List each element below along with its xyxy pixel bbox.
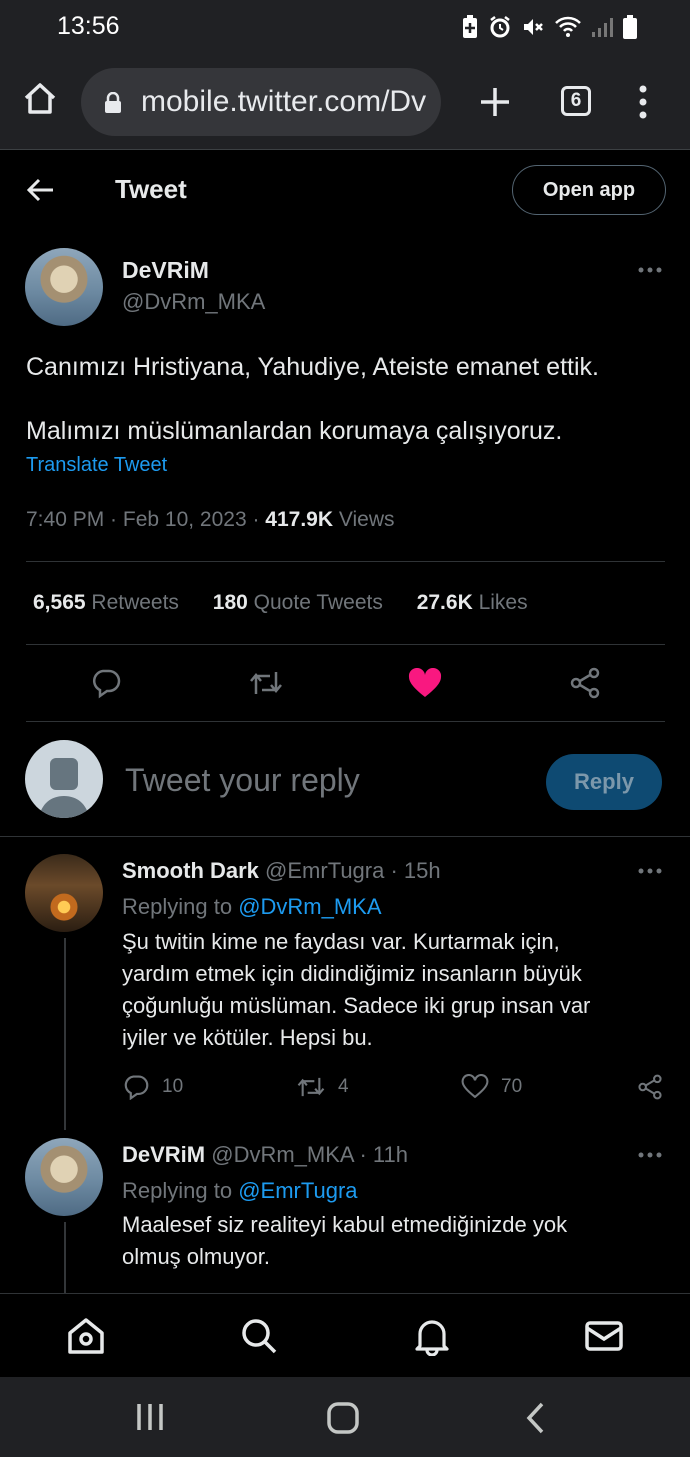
reply-avatar[interactable]: [25, 854, 103, 932]
reply-time[interactable]: · 11h: [353, 1142, 408, 1167]
like-icon[interactable]: [408, 668, 442, 698]
wifi-icon: [555, 16, 581, 37]
reply-retweet-action[interactable]: 4: [296, 1074, 349, 1100]
notifications-icon[interactable]: [412, 1316, 452, 1356]
divider: [26, 721, 665, 722]
reply-header: Smooth Dark @EmrTugra · 15h: [122, 858, 441, 884]
bottom-navigation: [0, 1293, 690, 1377]
reply-text-line: iyiler ve kötüler. Hepsi bu.: [122, 1025, 373, 1050]
reply-author-name[interactable]: Smooth Dark: [122, 858, 259, 883]
reply-text-line: yardım etmek için didindiğimiz insanları…: [122, 961, 582, 986]
reply-time[interactable]: · 15h: [384, 858, 440, 883]
reply-header: DeVRiM @DvRm_MKA · 11h: [122, 1142, 408, 1168]
views-label: Views: [333, 508, 395, 531]
recent-apps-icon[interactable]: [134, 1401, 166, 1433]
replying-to-link[interactable]: @EmrTugra: [238, 1178, 357, 1203]
reply-icon[interactable]: [90, 667, 122, 699]
retweet-icon[interactable]: [248, 668, 284, 698]
more-icon[interactable]: [638, 1151, 662, 1159]
more-icon[interactable]: [638, 867, 662, 875]
author-handle[interactable]: @DvRm_MKA: [122, 289, 265, 315]
thread-line: [64, 938, 66, 1130]
home-icon[interactable]: [66, 1316, 106, 1356]
like-outline-icon: [461, 1074, 489, 1099]
replying-to: Replying to @EmrTugra: [122, 1178, 358, 1204]
replying-to-label: Replying to: [122, 1178, 239, 1203]
quotes-label: Quote Tweets: [247, 591, 383, 614]
tweet-meta: 7:40 PM · Feb 10, 2023 · 417.9K Views: [26, 508, 395, 532]
author-name[interactable]: DeVRiM: [122, 257, 209, 284]
signal-icon: [592, 18, 613, 37]
url-text: mobile.twitter.com/Dv: [141, 85, 427, 118]
tweet-text-line: Canımızı Hristiyana, Yahudiye, Ateiste e…: [26, 353, 599, 381]
page-title: Tweet: [115, 174, 187, 204]
reply-count: 10: [162, 1076, 184, 1097]
views-count: 417.9K: [265, 508, 334, 531]
author-avatar[interactable]: [25, 248, 103, 326]
tab-switcher-button[interactable]: 6: [561, 86, 591, 116]
tweet-text-line: Malımızı müslümanlardan korumaya çalışıy…: [26, 417, 563, 445]
reply-avatar[interactable]: [25, 1138, 103, 1216]
reply-text-line: Maalesef siz realiteyi kabul etmediğiniz…: [122, 1212, 568, 1237]
share-icon[interactable]: [569, 667, 601, 699]
tweet-timestamp[interactable]: 7:40 PM · Feb 10, 2023 ·: [26, 508, 265, 531]
home-button-icon[interactable]: [326, 1401, 360, 1435]
messages-icon[interactable]: [584, 1316, 624, 1356]
retweets-label: Retweets: [85, 591, 179, 614]
search-icon[interactable]: [239, 1316, 279, 1356]
retweets-count: 6,565: [33, 591, 86, 614]
battery-icon: [623, 15, 637, 39]
browser-home-icon[interactable]: [22, 81, 58, 117]
reply-author-handle[interactable]: @DvRm_MKA: [205, 1142, 353, 1167]
reply-text-line: çoğunluğu müslüman. Sadece iki grup insa…: [122, 993, 591, 1018]
reply-icon: [124, 1075, 149, 1100]
lock-icon: [105, 92, 121, 113]
retweet-count: 4: [338, 1076, 349, 1097]
quotes-count: 180: [212, 591, 248, 614]
url-bar[interactable]: mobile.twitter.com/Dv: [81, 68, 441, 136]
likes-stat[interactable]: 27.6K Likes: [417, 591, 528, 614]
browser-toolbar: mobile.twitter.com/Dv 6: [0, 56, 690, 150]
system-navigation-bar: [0, 1377, 690, 1457]
reply-button[interactable]: Reply: [546, 754, 662, 810]
quote-tweets-stat[interactable]: 180 Quote Tweets: [213, 591, 383, 614]
battery-saver-icon: [463, 15, 477, 38]
thread-line: [64, 1222, 66, 1293]
reply-input[interactable]: Tweet your reply: [125, 762, 360, 799]
status-icons: [461, 14, 638, 40]
translate-tweet-link[interactable]: Translate Tweet: [26, 454, 167, 477]
retweet-icon: [297, 1077, 325, 1097]
browser-menu-icon[interactable]: [637, 84, 649, 120]
alarm-icon: [490, 16, 510, 38]
more-icon[interactable]: [638, 266, 662, 274]
default-avatar-icon: [39, 758, 89, 818]
reply-author-handle[interactable]: @EmrTugra: [259, 858, 384, 883]
back-button-icon[interactable]: [524, 1401, 548, 1435]
likes-label: Likes: [472, 591, 528, 614]
status-bar: 13:56: [0, 0, 690, 56]
divider: [0, 836, 690, 837]
reply-like-action[interactable]: 70: [461, 1074, 522, 1100]
share-icon[interactable]: [637, 1074, 663, 1100]
back-arrow-icon[interactable]: [27, 177, 55, 203]
divider: [26, 561, 665, 562]
replying-to: Replying to @DvRm_MKA: [122, 894, 382, 920]
divider: [26, 644, 665, 645]
reply-author-name[interactable]: DeVRiM: [122, 1142, 205, 1167]
replying-to-link[interactable]: @DvRm_MKA: [238, 894, 381, 919]
reply-reply-action[interactable]: 10: [122, 1074, 183, 1100]
current-user-avatar: [25, 740, 103, 818]
open-app-button[interactable]: Open app: [512, 165, 666, 215]
replying-to-label: Replying to: [122, 894, 239, 919]
tweet-header: Tweet Open app: [0, 150, 690, 230]
mute-icon: [524, 19, 543, 35]
likes-count: 27.6K: [416, 591, 473, 614]
tweet-stats: 6,565 Retweets 180 Quote Tweets 27.6K Li…: [33, 591, 556, 615]
reply-text-line: Şu twitin kime ne faydası var. Kurtarmak…: [122, 929, 560, 954]
new-tab-icon[interactable]: [477, 84, 513, 120]
retweets-stat[interactable]: 6,565 Retweets: [33, 591, 179, 614]
status-time: 13:56: [57, 12, 120, 40]
like-count: 70: [501, 1076, 523, 1097]
reply-text-line: olmuş olmuyor.: [122, 1244, 270, 1269]
